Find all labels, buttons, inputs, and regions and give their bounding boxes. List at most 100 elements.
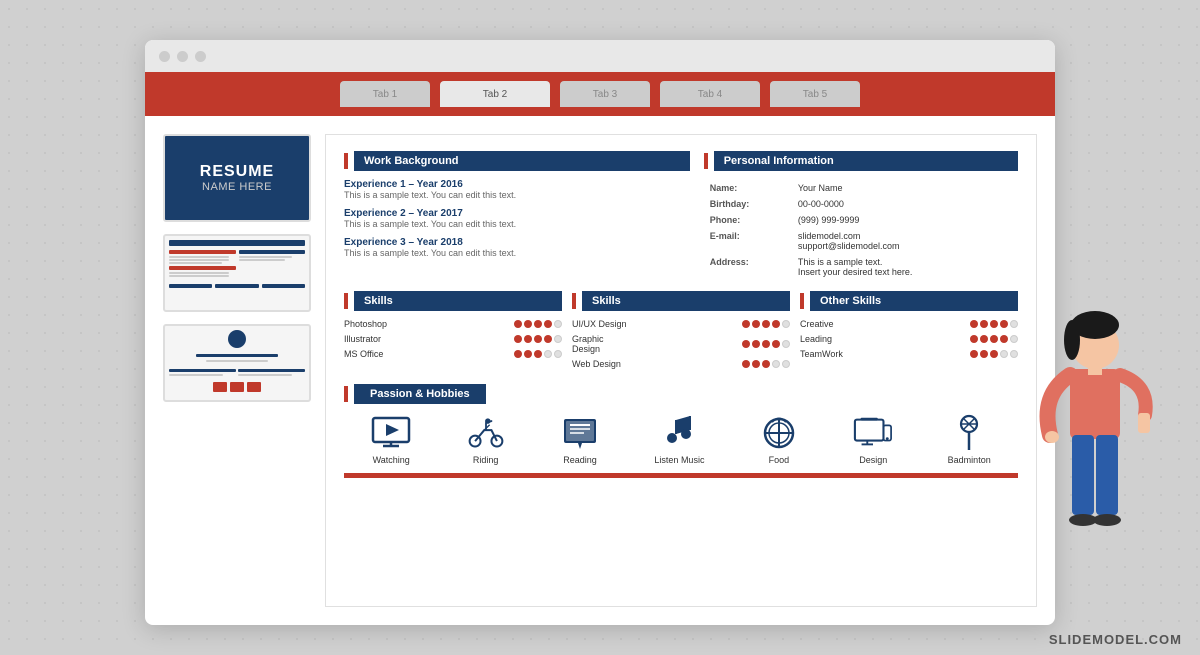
dot-filled — [1000, 335, 1008, 343]
mini-line — [206, 360, 267, 362]
dot-empty — [1000, 350, 1008, 358]
skill-photoshop: Photoshop — [344, 319, 562, 329]
mini-line — [238, 374, 292, 376]
nav-tab-4[interactable]: Tab 4 — [660, 81, 760, 107]
dot-filled — [752, 340, 760, 348]
hobby-label: Riding — [473, 455, 499, 465]
exp-3-desc: This is a sample text. You can edit this… — [344, 248, 690, 258]
mini-line — [239, 256, 292, 258]
watermark: SLIDEMODEL.COM — [1049, 632, 1182, 647]
nav-tab-2[interactable]: Tab 2 — [440, 81, 550, 107]
hobby-label: Food — [769, 455, 790, 465]
mini-block — [213, 382, 227, 392]
phone-value: (999) 999-9999 — [794, 213, 1016, 227]
phone-label: Phone: — [706, 213, 792, 227]
mini-line — [196, 354, 278, 357]
dot-empty — [544, 350, 552, 358]
hobby-reading: Reading — [560, 414, 600, 465]
work-background-header: Work Background — [344, 151, 690, 171]
nav-tab-1[interactable]: Tab 1 — [340, 81, 430, 107]
skill-msoffice: MS Office — [344, 349, 562, 359]
slides-sidebar: RESUME NAME HERE — [163, 134, 311, 607]
slide-title: RESUME — [200, 163, 274, 181]
section-bar-red-6 — [344, 386, 348, 402]
hobby-watching: Watching — [371, 414, 411, 465]
hobby-design: Design — [853, 414, 893, 465]
hobby-riding: Riding — [466, 414, 506, 465]
skills-2-title: Skills — [582, 291, 790, 311]
nav-tab-3[interactable]: Tab 3 — [560, 81, 650, 107]
slide-thumb-1[interactable]: RESUME NAME HERE — [163, 134, 311, 222]
experience-1: Experience 1 – Year 2016 This is a sampl… — [344, 179, 690, 200]
mini-line — [169, 240, 305, 246]
slide-thumb-3[interactable] — [163, 324, 311, 402]
resume-bottom-bar — [344, 473, 1018, 478]
name-label: Name: — [706, 181, 792, 195]
mini-line — [169, 272, 229, 274]
dot-filled — [742, 320, 750, 328]
dot-filled — [990, 320, 998, 328]
mini-line — [238, 369, 305, 372]
skill-uiux: UI/UX Design — [572, 319, 790, 329]
skill-dots — [970, 350, 1018, 358]
hobbies-title: Passion & Hobbies — [354, 384, 486, 404]
skill-name: Illustrator — [344, 334, 381, 344]
dot-filled — [514, 350, 522, 358]
dot-filled — [1000, 320, 1008, 328]
work-background-title: Work Background — [354, 151, 690, 171]
birthday-value: 00-00-0000 — [794, 197, 1016, 211]
dot-filled — [970, 320, 978, 328]
mini-line — [239, 259, 286, 261]
dot-filled — [772, 320, 780, 328]
riding-icon — [466, 414, 506, 450]
browser-titlebar — [145, 40, 1055, 72]
skill-name: UI/UX Design — [572, 319, 627, 329]
dot-filled — [544, 320, 552, 328]
table-row: Birthday: 00-00-0000 — [706, 197, 1016, 211]
mini-block — [247, 382, 261, 392]
character-illustration — [1030, 305, 1160, 625]
hobby-label: Design — [859, 455, 887, 465]
skill-dots — [742, 320, 790, 328]
reading-icon — [560, 414, 600, 450]
skill-dots — [970, 335, 1018, 343]
dot-empty — [554, 350, 562, 358]
hobby-badminton: Badminton — [948, 414, 991, 465]
other-skills-header: Other Skills — [800, 291, 1018, 311]
hobbies-header: Passion & Hobbies — [344, 384, 1018, 404]
dot-empty — [772, 360, 780, 368]
personal-info-table: Name: Your Name Birthday: 00-00-0000 Pho… — [704, 179, 1018, 281]
dot-filled — [772, 340, 780, 348]
table-row: Phone: (999) 999-9999 — [706, 213, 1016, 227]
skill-name: MS Office — [344, 349, 383, 359]
table-row: Name: Your Name — [706, 181, 1016, 195]
skill-dots — [742, 360, 790, 368]
dot-filled — [534, 350, 542, 358]
experience-3: Experience 3 – Year 2018 This is a sampl… — [344, 237, 690, 258]
dot-filled — [980, 350, 988, 358]
skill-dots — [514, 335, 562, 343]
skill-name: GraphicDesign — [572, 334, 604, 354]
section-bar-red-2 — [704, 153, 708, 169]
email-label: E-mail: — [706, 229, 792, 253]
dot-filled — [990, 350, 998, 358]
dot-filled — [752, 320, 760, 328]
dot-filled — [752, 360, 760, 368]
dot-filled — [534, 320, 542, 328]
skill-graphic: GraphicDesign — [572, 334, 790, 354]
skill-leading: Leading — [800, 334, 1018, 344]
dot-filled — [524, 350, 532, 358]
hobby-label: Watching — [373, 455, 410, 465]
browser-window: Tab 1 Tab 2 Tab 3 Tab 4 Tab 5 RESUME NAM… — [145, 40, 1055, 625]
section-bar-red-5 — [800, 293, 804, 309]
mini-line — [262, 284, 305, 288]
slide-thumb-2[interactable] — [163, 234, 311, 312]
dot-empty — [1010, 320, 1018, 328]
skill-dots — [514, 350, 562, 358]
nav-tab-5[interactable]: Tab 5 — [770, 81, 860, 107]
badminton-icon — [949, 414, 989, 450]
skills-row: Skills Photoshop Illustrator — [344, 291, 1018, 374]
section-bar-red-3 — [344, 293, 348, 309]
dot-empty — [554, 320, 562, 328]
mini-line — [169, 266, 236, 270]
